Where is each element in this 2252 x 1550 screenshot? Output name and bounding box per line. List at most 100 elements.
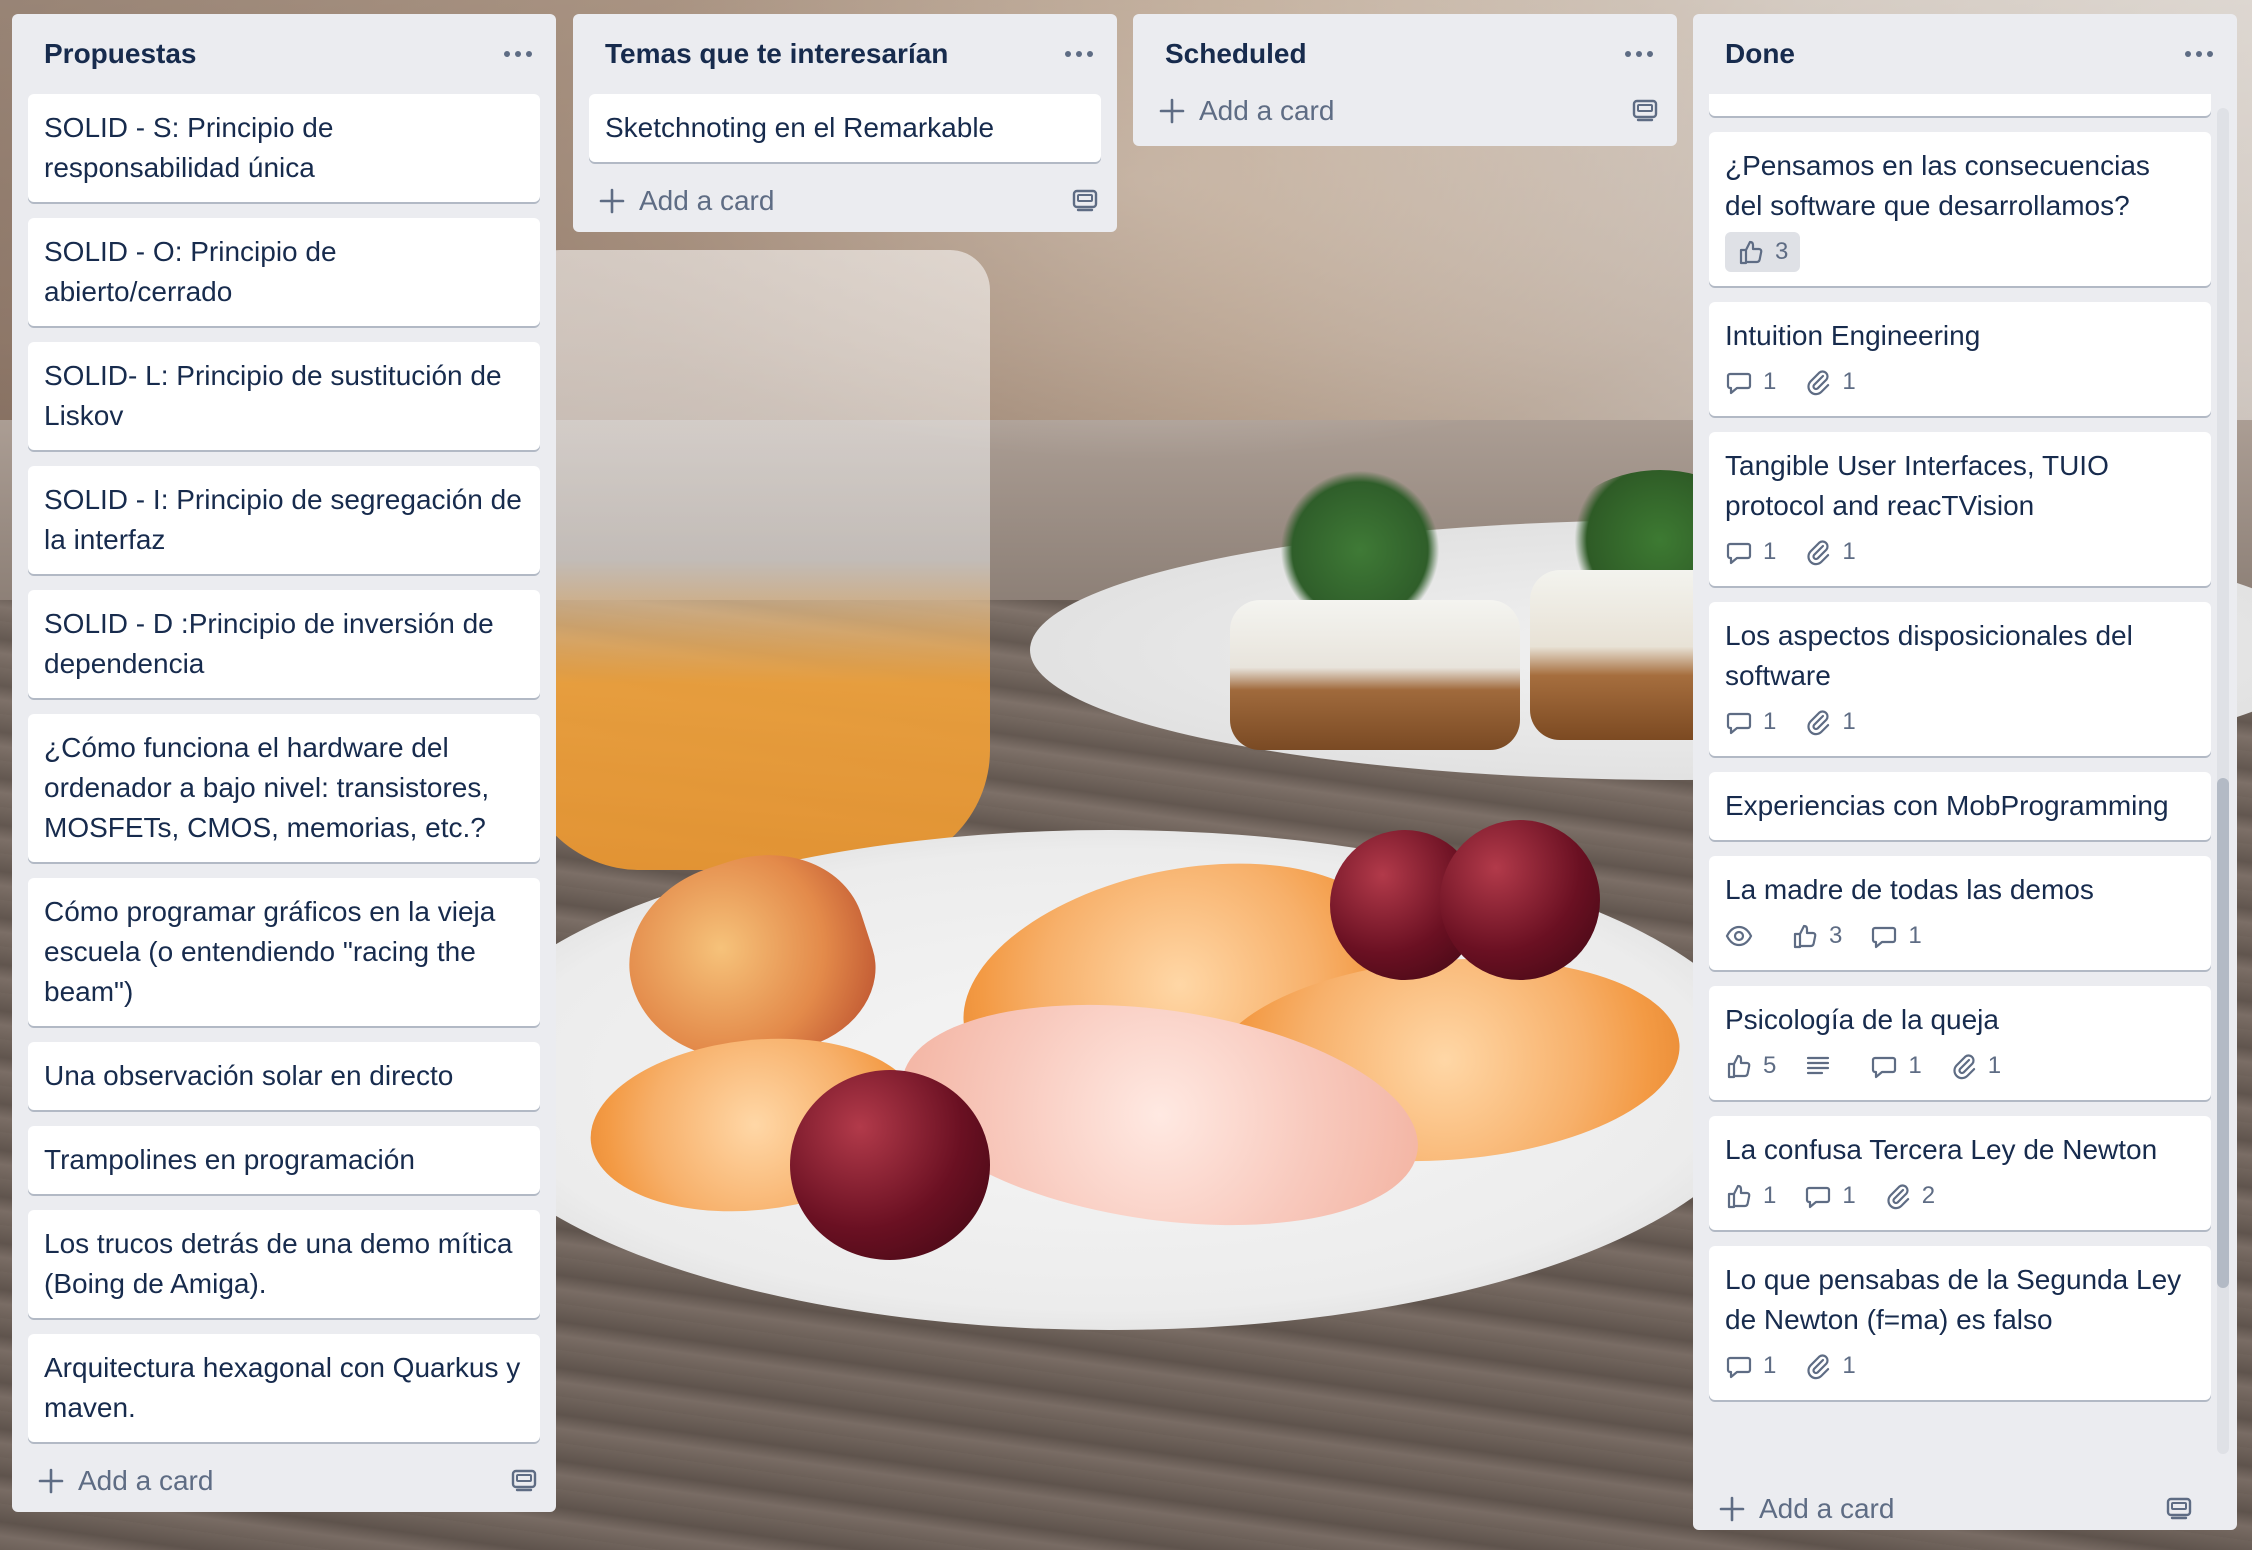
paperclip-icon	[1887, 1184, 1909, 1210]
badge-comments: 1	[1725, 702, 1776, 742]
card-badges: 1 1	[1725, 1346, 2195, 1386]
list-title[interactable]: Temas que te interesarían	[605, 38, 948, 70]
create-from-template-icon[interactable]	[2165, 1493, 2193, 1526]
list-menu-icon[interactable]	[1619, 34, 1659, 74]
card[interactable]: Arquitectura hexagonal con Quarkus y mav…	[28, 1334, 540, 1442]
create-from-template-icon[interactable]	[510, 1465, 538, 1498]
list-title[interactable]: Propuestas	[44, 38, 197, 70]
add-card-button[interactable]: Add a card	[597, 185, 774, 217]
card[interactable]: Los aspectos disposicionales del softwar…	[1709, 602, 2211, 756]
card[interactable]: Intuition Engineering 1 1	[1709, 302, 2211, 416]
card-title: Experiencias con MobProgramming	[1725, 790, 2169, 821]
card[interactable]: Los trucos detrás de una demo mítica (Bo…	[28, 1210, 540, 1318]
badge-votes: 5	[1725, 1046, 1776, 1086]
list-title[interactable]: Scheduled	[1165, 38, 1307, 70]
card-badges: 1 1 2	[1725, 1176, 2195, 1216]
list-scheduled: Scheduled Add a card	[1133, 14, 1677, 146]
card-list: Sketchnoting en el Remarkable	[573, 94, 1117, 162]
card-title: Trampolines en programación	[44, 1144, 415, 1175]
badge-attachments: 1	[1804, 532, 1856, 572]
card[interactable]: 1 1	[1709, 94, 2211, 116]
card-badges: 1 1	[1725, 532, 2195, 572]
list-temas-que-te-interesarian: Temas que te interesarían Sketchnoting e…	[573, 14, 1117, 232]
card-title: ¿Pensamos en las consecuencias del softw…	[1725, 150, 2150, 221]
thumbs-up-icon	[1793, 924, 1817, 949]
badge-comments: 1	[1725, 362, 1776, 402]
card-title: Una observación solar en directo	[44, 1060, 454, 1091]
add-card-button[interactable]: Add a card	[1717, 1493, 1894, 1525]
badge-comments: 1	[1725, 1346, 1776, 1386]
card-title: SOLID - S: Principio de responsabilidad …	[44, 112, 334, 183]
plus-icon	[1719, 1496, 1745, 1522]
card[interactable]: SOLID - O: Principio de abierto/cerrado	[28, 218, 540, 326]
badge-attachments: 1	[1804, 362, 1856, 402]
card-badges: 5 1 1	[1725, 1046, 2195, 1086]
card[interactable]: ¿Pensamos en las consecuencias del softw…	[1709, 132, 2211, 286]
badge-votes: 1	[1725, 1176, 1776, 1216]
card[interactable]: SOLID - S: Principio de responsabilidad …	[28, 94, 540, 202]
paperclip-icon	[1807, 540, 1830, 566]
card-title: SOLID - O: Principio de abierto/cerrado	[44, 236, 337, 307]
card[interactable]: Experiencias con MobProgramming	[1709, 772, 2211, 840]
card-title: La madre de todas las demos	[1725, 874, 2094, 905]
card-title: Sketchnoting en el Remarkable	[605, 112, 995, 143]
list-header: Propuestas	[12, 14, 556, 94]
done-list-scrollbar[interactable]	[2217, 108, 2229, 1454]
list-menu-icon[interactable]	[1059, 34, 1099, 74]
create-from-template-icon[interactable]	[1071, 185, 1099, 218]
card[interactable]: Cómo programar gráficos en la vieja escu…	[28, 878, 540, 1026]
badge-attachments: 1	[1804, 702, 1856, 742]
add-card-button[interactable]: Add a card	[1157, 95, 1334, 127]
card[interactable]: Lo que pensabas de la Segunda Ley de New…	[1709, 1246, 2211, 1400]
add-card-row: Add a card	[1133, 76, 1677, 146]
comment-icon	[1806, 1186, 1831, 1209]
add-card-button[interactable]: Add a card	[36, 1465, 213, 1497]
card[interactable]: Una observación solar en directo	[28, 1042, 540, 1110]
thumbs-up-icon	[1727, 1054, 1751, 1079]
card[interactable]: Trampolines en programación	[28, 1126, 540, 1194]
badge-attachments: 1	[1804, 1346, 1856, 1386]
card-list: SOLID - S: Principio de responsabilidad …	[12, 94, 556, 1442]
card[interactable]: Sketchnoting en el Remarkable	[589, 94, 1101, 162]
card-title: Los trucos detrás de una demo mítica (Bo…	[44, 1228, 513, 1299]
card-badges: 1 1	[1725, 362, 2195, 402]
card[interactable]: ¿Cómo funciona el hardware del ordenador…	[28, 714, 540, 862]
card-title: Los aspectos disposicionales del softwar…	[1725, 620, 2133, 691]
done-card-viewport[interactable]: 1 1 ¿Pensamos en las consecuencias del s…	[1693, 94, 2211, 1478]
eye-icon	[1725, 925, 1753, 947]
card-title: Tangible User Interfaces, TUIO protocol …	[1725, 450, 2109, 521]
plus-icon	[1159, 98, 1185, 124]
paperclip-icon	[1807, 710, 1830, 736]
comment-icon	[1726, 372, 1752, 395]
list-title[interactable]: Done	[1725, 38, 1795, 70]
card[interactable]: Psicología de la queja 5 1 1	[1709, 986, 2211, 1100]
badge-votes: 3	[1791, 916, 1842, 956]
card-title: ¿Cómo funciona el hardware del ordenador…	[44, 732, 490, 843]
scrollbar-thumb[interactable]	[2217, 778, 2229, 1288]
card-title: SOLID- L: Principio de sustitución de Li…	[44, 360, 502, 431]
list-header: Done	[1693, 14, 2237, 94]
card[interactable]: SOLID- L: Principio de sustitución de Li…	[28, 342, 540, 450]
card-title: La confusa Tercera Ley de Newton	[1725, 1134, 2158, 1165]
card[interactable]: La madre de todas las demos 3 1	[1709, 856, 2211, 970]
card-title: SOLID - I: Principio de segregación de l…	[44, 484, 522, 555]
card-badges: 3 1	[1725, 916, 2195, 956]
badge-votes[interactable]: 3	[1725, 232, 1801, 272]
card[interactable]: La confusa Tercera Ley de Newton 1 1 2	[1709, 1116, 2211, 1230]
card-title: SOLID - D :Principio de inversión de dep…	[44, 608, 494, 679]
card-title: Psicología de la queja	[1725, 1004, 1999, 1035]
list-menu-icon[interactable]	[498, 34, 538, 74]
add-card-label: Add a card	[78, 1465, 214, 1496]
card[interactable]: Tangible User Interfaces, TUIO protocol …	[1709, 432, 2211, 586]
badge-comments: 1	[1870, 1046, 1922, 1086]
add-card-label: Add a card	[1759, 1493, 1895, 1524]
card[interactable]: SOLID - I: Principio de segregación de l…	[28, 466, 540, 574]
card[interactable]: SOLID - D :Principio de inversión de dep…	[28, 590, 540, 698]
board: Propuestas SOLID - S: Principio de respo…	[0, 0, 2252, 1550]
card-title: Arquitectura hexagonal con Quarkus y mav…	[44, 1352, 521, 1423]
add-card-label: Add a card	[639, 185, 775, 216]
create-from-template-icon[interactable]	[1631, 95, 1659, 128]
comment-icon	[1726, 542, 1752, 565]
list-menu-icon[interactable]	[2179, 34, 2219, 74]
paperclip-icon	[1807, 370, 1830, 396]
